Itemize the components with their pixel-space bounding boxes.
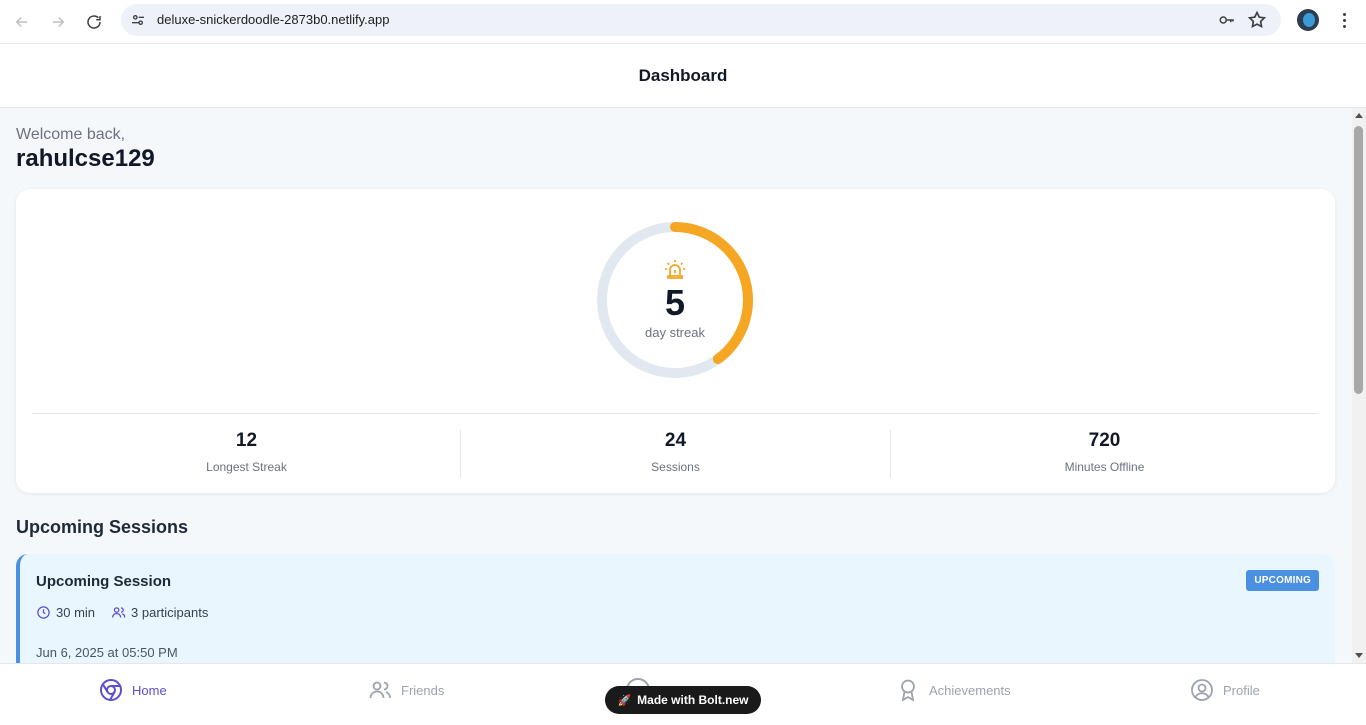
stat-value: 12 — [235, 430, 258, 451]
forward-button[interactable] — [44, 8, 72, 36]
app-header: Dashboard — [0, 44, 1366, 108]
profile-avatar[interactable] — [1297, 9, 1319, 31]
status-badge: UPCOMING — [1246, 570, 1319, 591]
session-title: Upcoming Session — [36, 573, 172, 590]
scroll-up-arrow-icon[interactable] — [1355, 113, 1363, 118]
streak-center: 5 day streak — [595, 220, 755, 380]
stat-longest-streak: 12 Longest Streak — [32, 430, 461, 474]
bolt-badge-label: Made with Bolt.new — [637, 693, 749, 707]
session-participants: 3 participants — [111, 605, 208, 620]
stat-value: 720 — [1088, 430, 1121, 451]
rocket-icon: 🚀 — [617, 694, 632, 707]
arrow-left-icon — [15, 16, 28, 28]
friends-icon — [369, 681, 391, 699]
scrollbar-thumb[interactable] — [1354, 126, 1363, 394]
stat-label: Sessions — [651, 460, 700, 474]
streak-value: 5 — [664, 281, 686, 323]
scroll-down-arrow-icon[interactable] — [1355, 653, 1363, 658]
nav-home[interactable]: Home — [99, 678, 167, 702]
browser-toolbar: deluxe-snickerdoodle-2873b0.netlify.app — [0, 0, 1366, 44]
nav-profile-label: Profile — [1223, 682, 1260, 698]
password-key-icon[interactable] — [1217, 11, 1237, 29]
duration-text: 30 min — [56, 605, 96, 620]
stat-sessions: 24 Sessions — [461, 430, 890, 474]
nav-friends-label: Friends — [401, 682, 445, 698]
bottom-navigation: Home Friends Achievements Profile 🚀 Made… — [0, 663, 1366, 725]
reload-button[interactable] — [80, 8, 108, 36]
page-title: Dashboard — [638, 65, 728, 85]
session-card[interactable]: Upcoming Session UPCOMING 30 min 3 parti… — [16, 554, 1335, 663]
stat-minutes-offline: 720 Minutes Offline — [890, 430, 1319, 474]
welcome-greeting: Welcome back, — [16, 126, 126, 143]
stats-divider — [32, 413, 1319, 414]
nav-profile[interactable]: Profile — [1190, 678, 1260, 702]
reload-icon — [87, 15, 101, 29]
streak-card: 5 day streak 12 Longest Streak 24 Sessio… — [16, 189, 1335, 493]
upcoming-sessions-heading: Upcoming Sessions — [16, 517, 189, 537]
back-button[interactable] — [8, 8, 36, 36]
session-duration: 30 min — [36, 605, 95, 620]
nav-achievements-label: Achievements — [929, 682, 1011, 698]
alarm-icon — [665, 259, 685, 279]
streak-label: day streak — [645, 324, 705, 340]
chrome-home-icon — [100, 679, 122, 701]
url-text: deluxe-snickerdoodle-2873b0.netlify.app — [157, 12, 390, 27]
browser-menu-icon[interactable] — [1334, 10, 1354, 30]
nav-friends[interactable]: Friends — [368, 678, 444, 702]
user-circle-icon — [1191, 679, 1213, 701]
award-icon — [901, 679, 915, 702]
username: rahulcse129 — [16, 145, 155, 172]
address-bar[interactable]: deluxe-snickerdoodle-2873b0.netlify.app — [121, 4, 1281, 36]
page-scrollbar[interactable] — [1352, 108, 1366, 663]
site-settings-icon[interactable] — [129, 11, 147, 29]
users-icon — [111, 607, 126, 618]
session-meta: 30 min 3 participants — [36, 605, 224, 620]
main-content: Welcome back, rahulcse129 5 day streak 1… — [0, 108, 1352, 663]
arrow-right-icon — [52, 16, 65, 28]
bookmark-star-icon[interactable] — [1247, 10, 1267, 30]
stat-label: Longest Streak — [206, 460, 287, 474]
stat-label: Minutes Offline — [1064, 460, 1145, 474]
nav-achievements[interactable]: Achievements — [896, 678, 1011, 702]
bolt-badge[interactable]: 🚀 Made with Bolt.new — [605, 686, 761, 714]
session-date: Jun 6, 2025 at 05:50 PM — [36, 645, 178, 660]
nav-home-label: Home — [132, 682, 167, 698]
stat-value: 24 — [664, 430, 687, 451]
participants-text: 3 participants — [131, 605, 209, 620]
clock-icon — [37, 606, 50, 619]
